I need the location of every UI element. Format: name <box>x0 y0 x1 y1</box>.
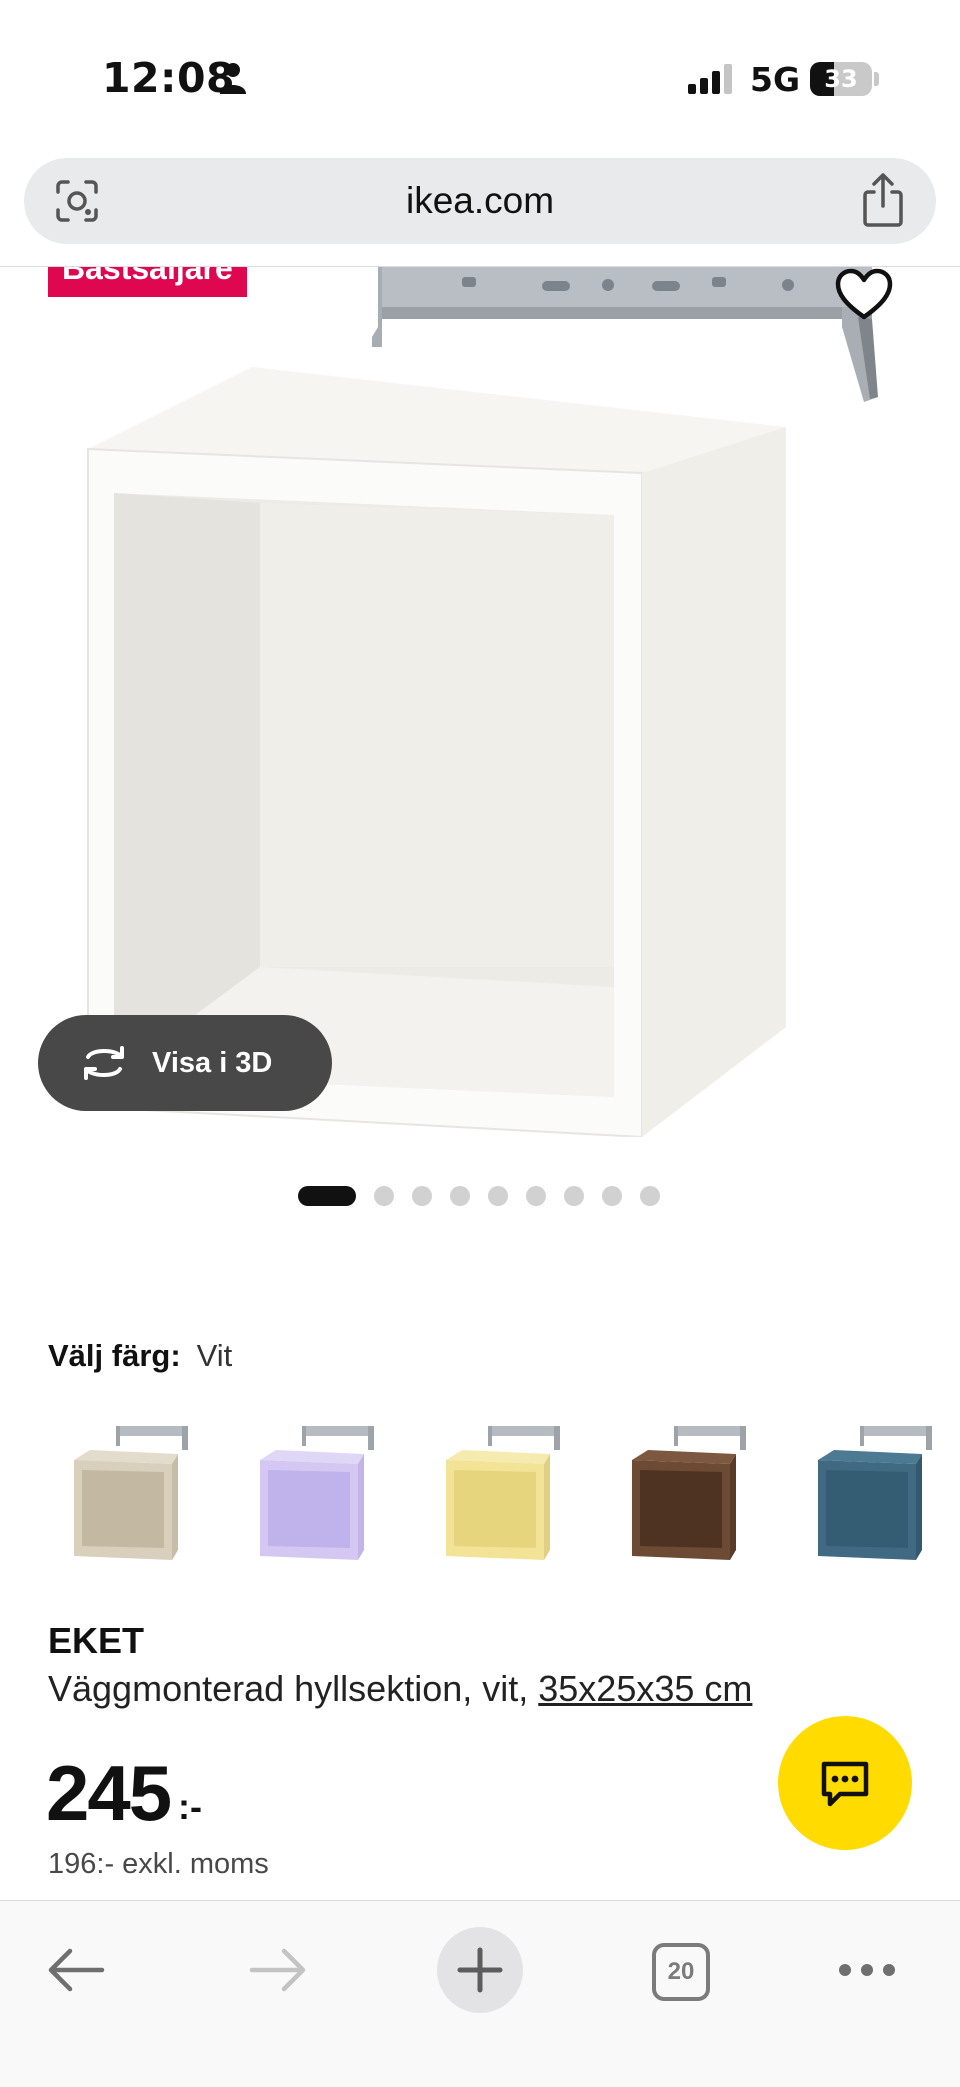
price-suffix: :- <box>178 1786 202 1827</box>
carousel-dot-4[interactable] <box>450 1186 470 1206</box>
carousel-dot-6[interactable] <box>526 1186 546 1206</box>
carousel-pagination[interactable] <box>0 1186 960 1206</box>
chat-button[interactable] <box>778 1716 912 1850</box>
product-image-carousel[interactable]: Bästsäljare Visa i 3D <box>0 267 960 1167</box>
new-tab-button[interactable] <box>437 1927 523 2013</box>
share-icon[interactable] <box>860 172 906 228</box>
swatch-walnut[interactable] <box>626 1420 756 1570</box>
product-description-text: Väggmonterad hyllsektion, vit, <box>48 1668 539 1709</box>
color-selector-heading: Välj färg: Vit <box>48 1338 232 1374</box>
person-icon <box>220 63 246 94</box>
price-excl-vat: 196:- exkl. moms <box>48 1848 269 1880</box>
back-arrow-icon[interactable] <box>46 1947 106 1993</box>
carousel-dot-7[interactable] <box>564 1186 584 1206</box>
view-in-3d-label: Visa i 3D <box>152 1047 273 1079</box>
url-text[interactable]: ikea.com <box>24 158 936 244</box>
carousel-dot-2[interactable] <box>374 1186 394 1206</box>
swatch-blue-image <box>818 1426 932 1560</box>
network-label: 5G <box>750 60 801 99</box>
plus-icon <box>457 1947 503 1993</box>
tabs-count-button[interactable]: 20 <box>652 1943 710 2001</box>
swatch-beige[interactable] <box>68 1420 198 1570</box>
carousel-dot-9[interactable] <box>640 1186 660 1206</box>
chat-icon <box>821 1761 869 1807</box>
swatch-lilac-image <box>260 1426 374 1560</box>
status-time: 12:08 <box>102 54 236 102</box>
battery-tip <box>874 72 879 86</box>
battery-level: 33 <box>824 65 858 93</box>
swatch-lilac[interactable] <box>254 1420 384 1570</box>
carousel-dot-5[interactable] <box>488 1186 508 1206</box>
forward-arrow-icon[interactable] <box>248 1947 308 1993</box>
view-in-3d-button[interactable]: Visa i 3D <box>38 1015 332 1111</box>
color-label: Välj färg: <box>48 1338 181 1373</box>
swatch-beige-image <box>74 1426 188 1560</box>
rotate-3d-icon <box>84 1046 124 1080</box>
product-name: EKET <box>48 1620 145 1661</box>
battery-icon: 33 <box>810 62 872 96</box>
status-bar: 12:08 5G 33 <box>0 0 960 150</box>
swatch-yellow[interactable] <box>440 1420 570 1570</box>
swatch-blue[interactable] <box>812 1420 942 1570</box>
swatch-yellow-image <box>446 1426 560 1560</box>
carousel-dot-8[interactable] <box>602 1186 622 1206</box>
color-value: Vit <box>196 1338 233 1373</box>
more-options-icon[interactable] <box>838 1963 896 1977</box>
carousel-dot-3[interactable] <box>412 1186 432 1206</box>
swatch-walnut-image <box>632 1426 746 1560</box>
product-description: Väggmonterad hyllsektion, vit, 35x25x35 … <box>48 1668 752 1710</box>
signal-icon <box>688 64 732 94</box>
address-bar[interactable]: ikea.com <box>24 158 936 244</box>
favorite-heart-icon[interactable] <box>834 267 894 323</box>
browser-toolbar: 20 <box>0 1900 960 2087</box>
carousel-dot-1[interactable] <box>298 1186 356 1206</box>
product-price: 245 <box>46 1749 172 1837</box>
bestseller-badge: Bästsäljare <box>48 267 247 297</box>
product-size-link[interactable]: 35x25x35 cm <box>538 1668 752 1709</box>
